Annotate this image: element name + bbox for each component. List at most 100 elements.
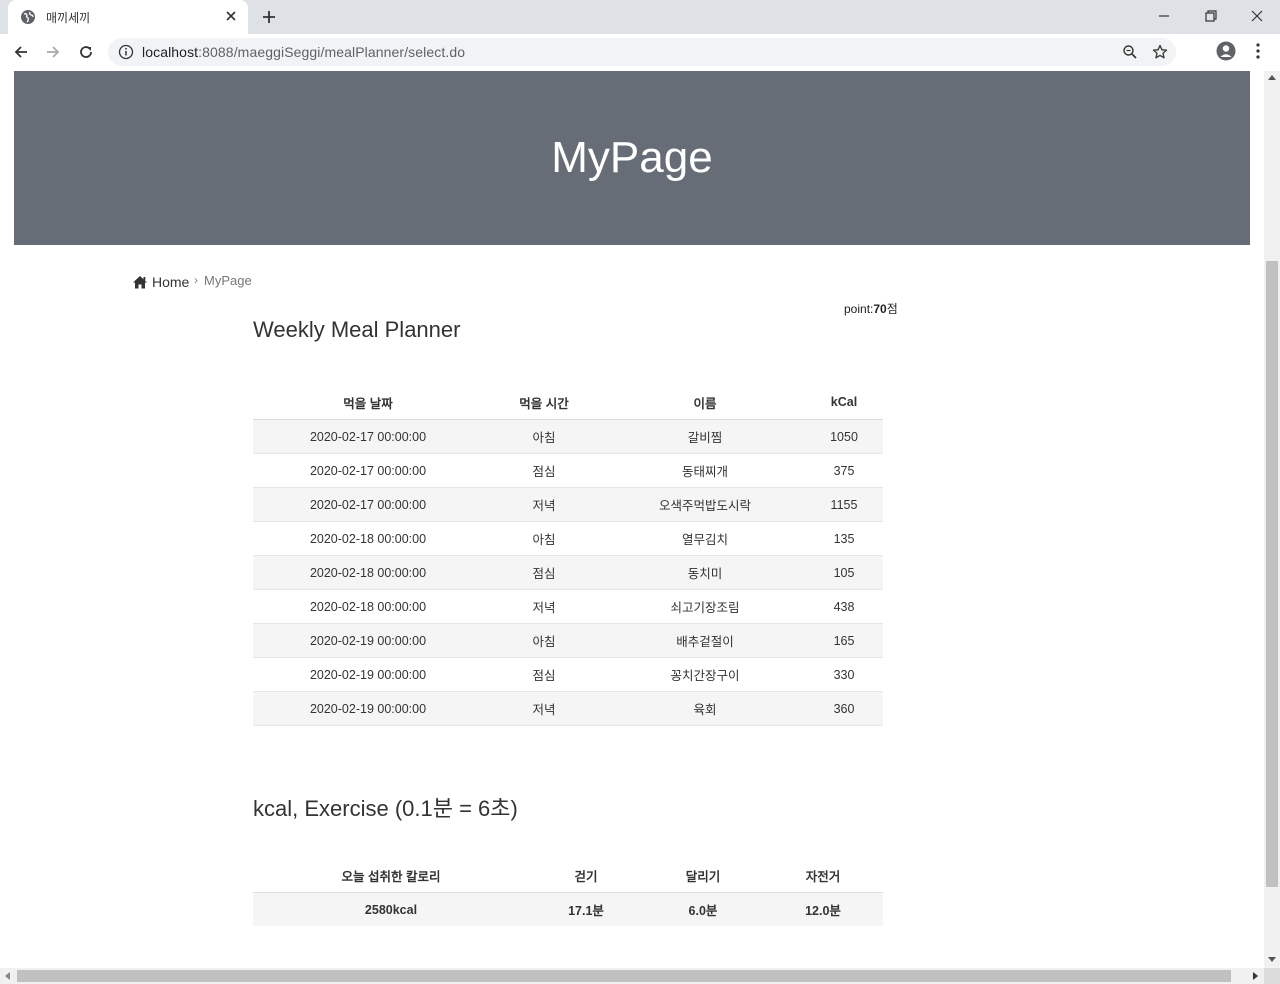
cell-date: 2020-02-17 00:00:00 [253, 487, 483, 522]
table-row: 2020-02-17 00:00:00 저녁 오색주먹밥도시락 1155 [253, 487, 883, 522]
cell-name: 오색주먹밥도시락 [605, 487, 805, 522]
cell-date: 2020-02-17 00:00:00 [253, 419, 483, 454]
vertical-scroll-thumb[interactable] [1266, 261, 1278, 887]
scroll-up-arrow[interactable] [1268, 75, 1276, 80]
horizontal-scroll-thumb[interactable] [17, 970, 1231, 982]
cell-calories: 2580kcal [253, 892, 529, 926]
window-close-icon[interactable] [1249, 8, 1265, 24]
horizontal-scrollbar[interactable] [0, 968, 1264, 984]
cell-date: 2020-02-19 00:00:00 [253, 691, 483, 726]
cell-running: 6.0분 [643, 892, 763, 926]
cell-name: 동치미 [605, 555, 805, 590]
header-walking: 걷기 [529, 858, 643, 893]
cell-time: 저녁 [483, 589, 605, 624]
table-header-row: 오늘 섭취한 칼로리 걷기 달리기 자전거 [253, 858, 883, 893]
cell-date: 2020-02-19 00:00:00 [253, 657, 483, 692]
cell-date: 2020-02-18 00:00:00 [253, 521, 483, 556]
cell-date: 2020-02-18 00:00:00 [253, 589, 483, 624]
table-header-row: 먹을 날짜 먹을 시간 이름 kCal [253, 385, 883, 420]
breadcrumb-current: MyPage [204, 273, 252, 288]
header-name: 이름 [605, 385, 805, 420]
header-date: 먹을 날짜 [253, 385, 483, 420]
table-row: 2020-02-19 00:00:00 저녁 육회 360 [253, 691, 883, 726]
minimize-icon[interactable] [1156, 8, 1172, 24]
close-icon[interactable] [224, 9, 238, 23]
cell-name: 쇠고기장조림 [605, 589, 805, 624]
cell-date: 2020-02-18 00:00:00 [253, 555, 483, 590]
cell-kcal: 438 [805, 589, 883, 624]
cell-kcal: 330 [805, 657, 883, 692]
plus-icon[interactable] [260, 8, 278, 26]
breadcrumb-home-link[interactable]: Home [152, 274, 189, 290]
cell-name: 갈비찜 [605, 419, 805, 454]
breadcrumb-separator: › [194, 273, 198, 287]
address-bar[interactable]: localhost:8088/maeggiSeggi/mealPlanner/s… [108, 38, 1176, 66]
point-label: point: [844, 302, 874, 316]
browser-tab[interactable]: 매끼세끼 [8, 0, 248, 34]
table-row: 2020-02-18 00:00:00 점심 동치미 105 [253, 555, 883, 590]
menu-icon[interactable] [1250, 42, 1266, 60]
cell-time: 아침 [483, 623, 605, 658]
header-running: 달리기 [643, 858, 763, 893]
url-path: :8088/maeggiSeggi/mealPlanner/select.do [198, 44, 466, 60]
meal-planner-table: 먹을 날짜 먹을 시간 이름 kCal 2020-02-17 00:00:00 … [253, 385, 883, 726]
page-viewport: MyPage Home › MyPage point:70점 Weekly Me… [0, 71, 1264, 968]
scroll-left-arrow[interactable] [5, 972, 10, 980]
cell-kcal: 165 [805, 623, 883, 658]
cell-kcal: 105 [805, 555, 883, 590]
back-icon[interactable] [12, 43, 30, 61]
cell-kcal: 1050 [805, 419, 883, 454]
table-row: 2020-02-19 00:00:00 아침 배추겉절이 165 [253, 623, 883, 658]
table-row: 2020-02-17 00:00:00 점심 동태찌개 375 [253, 453, 883, 488]
url-text: localhost:8088/maeggiSeggi/mealPlanner/s… [142, 44, 465, 60]
cell-time: 아침 [483, 521, 605, 556]
meal-planner-title: Weekly Meal Planner [253, 317, 461, 342]
table-row: 2020-02-19 00:00:00 점심 꽁치간장구이 330 [253, 657, 883, 692]
cell-time: 아침 [483, 419, 605, 454]
point-unit: 점 [886, 302, 898, 316]
restore-icon[interactable] [1203, 8, 1219, 24]
header-time: 먹을 시간 [483, 385, 605, 420]
point-value: 70 [873, 302, 887, 316]
scrollbar-corner [1264, 968, 1280, 984]
hero-banner: MyPage [14, 71, 1250, 245]
cell-kcal: 375 [805, 453, 883, 488]
table-row: 2020-02-18 00:00:00 아침 열무김치 135 [253, 521, 883, 556]
table-row: 2580kcal 17.1분 6.0분 12.0분 [253, 892, 883, 926]
header-cycling: 자전거 [763, 858, 883, 893]
exercise-title: kcal, Exercise (0.1분 = 6초) [253, 796, 518, 821]
profile-icon[interactable] [1216, 41, 1236, 61]
cell-date: 2020-02-17 00:00:00 [253, 453, 483, 488]
cell-date: 2020-02-19 00:00:00 [253, 623, 483, 658]
point-display: point:70점 [844, 300, 898, 317]
table-row: 2020-02-18 00:00:00 저녁 쇠고기장조림 438 [253, 589, 883, 624]
cell-kcal: 135 [805, 521, 883, 556]
exercise-table: 오늘 섭취한 칼로리 걷기 달리기 자전거 2580kcal 17.1분 6.0… [253, 858, 883, 926]
header-calories: 오늘 섭취한 칼로리 [253, 858, 529, 893]
star-icon[interactable] [1152, 44, 1168, 60]
zoom-icon[interactable] [1122, 44, 1138, 60]
cell-time: 점심 [483, 657, 605, 692]
info-icon[interactable] [118, 44, 134, 60]
forward-icon[interactable] [44, 43, 62, 61]
scroll-right-arrow[interactable] [1253, 972, 1258, 980]
cell-time: 저녁 [483, 691, 605, 726]
cell-time: 점심 [483, 555, 605, 590]
table-row: 2020-02-17 00:00:00 아침 갈비찜 1050 [253, 419, 883, 454]
cell-kcal: 1155 [805, 487, 883, 522]
home-icon[interactable] [132, 275, 148, 289]
reload-icon[interactable] [77, 43, 95, 61]
scroll-down-arrow[interactable] [1268, 957, 1276, 962]
cell-time: 저녁 [483, 487, 605, 522]
cell-name: 열무김치 [605, 521, 805, 556]
cell-kcal: 360 [805, 691, 883, 726]
cell-name: 배추겉절이 [605, 623, 805, 658]
header-kcal: kCal [805, 385, 883, 420]
url-host: localhost [142, 44, 199, 60]
cell-name: 육회 [605, 691, 805, 726]
cell-cycling: 12.0분 [763, 892, 883, 926]
vertical-scrollbar[interactable] [1264, 71, 1280, 968]
browser-toolbar: localhost:8088/maeggiSeggi/mealPlanner/s… [0, 34, 1280, 72]
tab-title: 매끼세끼 [46, 11, 91, 25]
page-title: MyPage [551, 133, 713, 182]
